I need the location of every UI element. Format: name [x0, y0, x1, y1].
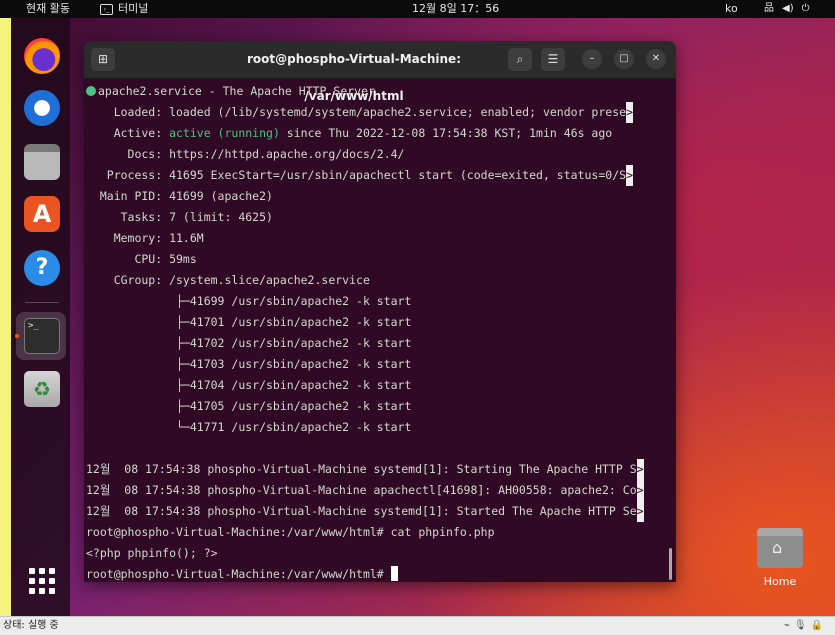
thunderbird-icon[interactable]	[24, 90, 60, 126]
terminal-line: Loaded: loaded (/lib/systemd/system/apac…	[86, 102, 664, 123]
log-line: 12월 08 17:54:38 phospho-Virtual-Machine …	[86, 459, 664, 480]
terminal-line: apache2.service - The Apache HTTP Server	[86, 81, 664, 102]
dock: A ? >_ ♻	[11, 18, 70, 616]
home-folder-icon[interactable]: ⌂	[757, 528, 803, 568]
truncation-marker: >	[626, 102, 634, 123]
files-icon[interactable]	[24, 144, 60, 180]
clock[interactable]: 12월 8일 17：56	[412, 0, 499, 18]
running-indicator	[15, 334, 19, 338]
terminal-line: Tasks: 7 (limit: 4625)	[86, 210, 273, 224]
active-status: active (running)	[169, 126, 280, 140]
terminal-window[interactable]: ⊞ root@phospho-Virtual-Machine: /var/www…	[84, 41, 676, 582]
trash-icon[interactable]: ♻	[24, 371, 60, 407]
status-dot-icon	[86, 86, 96, 96]
close-button[interactable]: ✕	[646, 49, 666, 69]
terminal-line: Main PID: 41699 (apache2)	[86, 189, 273, 203]
scrollbar[interactable]	[669, 548, 672, 580]
minimize-button[interactable]: –	[582, 49, 602, 69]
terminal-icon[interactable]: >_	[24, 318, 60, 354]
app-menu[interactable]: ›_ 터미널	[100, 0, 148, 18]
log-line: 12월 08 17:54:38 phospho-Virtual-Machine …	[86, 480, 664, 501]
house-icon: ⌂	[772, 538, 783, 557]
input-language-indicator[interactable]: ko	[725, 0, 738, 18]
host-tray: ⌁ 🎙 🔒	[784, 617, 823, 635]
help-icon[interactable]: ?	[24, 250, 60, 286]
terminal-line: Docs: https://httpd.apache.org/docs/2.4/	[86, 147, 405, 161]
show-apps-icon[interactable]	[27, 566, 57, 596]
log-line: 12월 08 17:54:38 phospho-Virtual-Machine …	[86, 501, 664, 522]
cgroup-process-line: ├─41704 /usr/sbin/apache2 -k start	[86, 378, 412, 392]
search-button[interactable]: ⌕	[508, 48, 532, 71]
network-status-icon[interactable]: ⌁	[784, 617, 790, 635]
firefox-icon[interactable]	[24, 38, 60, 74]
lock-icon[interactable]: 🔒	[811, 617, 823, 635]
dock-separator	[25, 302, 59, 303]
top-bar: 현재 활동 ›_ 터미널 12월 8일 17：56 ko 品 ◀) ⏻	[0, 0, 835, 18]
command-output: <?php phpinfo(); ?>	[86, 546, 218, 560]
mic-icon[interactable]: 🎙	[794, 617, 807, 635]
cgroup-process-line: ├─41703 /usr/sbin/apache2 -k start	[86, 357, 412, 371]
home-folder-label[interactable]: Home	[752, 575, 808, 588]
prompt-line: root@phospho-Virtual-Machine:/var/www/ht…	[86, 564, 664, 582]
cgroup-process-line: ├─41699 /usr/sbin/apache2 -k start	[86, 294, 412, 308]
app-center-icon[interactable]: A	[24, 196, 60, 232]
terminal-line: Active: active (running) since Thu 2022-…	[86, 126, 613, 140]
truncation-marker: >	[626, 165, 634, 186]
cgroup-process-line: ├─41701 /usr/sbin/apache2 -k start	[86, 315, 412, 329]
volume-icon[interactable]: ◀)	[782, 0, 794, 18]
terminal-line: CPU: 59ms	[86, 252, 197, 266]
power-icon[interactable]: ⏻	[802, 0, 810, 18]
host-status-bar: 상태: 실행 중 ⌁ 🎙 🔒	[0, 616, 835, 635]
host-window-edge	[0, 18, 11, 616]
terminal-line: Process: 41695 ExecStart=/usr/sbin/apach…	[86, 165, 664, 186]
terminal-line: CGroup: /system.slice/apache2.service	[86, 273, 370, 287]
truncation-marker: >	[636, 480, 644, 501]
app-name: 터미널	[118, 2, 149, 15]
terminal-output[interactable]: apache2.service - The Apache HTTP Server…	[86, 81, 664, 581]
text-cursor	[390, 566, 398, 581]
command-line: root@phospho-Virtual-Machine:/var/www/ht…	[86, 525, 495, 539]
network-icon[interactable]: 品	[764, 0, 774, 18]
terminal-line: Memory: 11.6M	[86, 231, 204, 245]
new-tab-button[interactable]: ⊞	[91, 48, 115, 71]
maximize-button[interactable]: □	[614, 49, 634, 69]
cgroup-process-line: └─41771 /usr/sbin/apache2 -k start	[86, 420, 412, 434]
truncation-marker: >	[636, 459, 644, 480]
status-text: 상태: 실행 중	[3, 620, 59, 631]
cgroup-process-line: ├─41702 /usr/sbin/apache2 -k start	[86, 336, 412, 350]
window-headerbar[interactable]: ⊞ root@phospho-Virtual-Machine: /var/www…	[84, 41, 676, 103]
activities-button[interactable]: 현재 활동	[26, 0, 70, 18]
system-tray[interactable]: 品 ◀) ⏻	[764, 0, 810, 18]
truncation-marker: >	[636, 501, 644, 522]
terminal-app-icon: ›_	[100, 3, 113, 15]
cgroup-process-line: ├─41705 /usr/sbin/apache2 -k start	[86, 399, 412, 413]
menu-button[interactable]: ☰	[541, 48, 565, 71]
